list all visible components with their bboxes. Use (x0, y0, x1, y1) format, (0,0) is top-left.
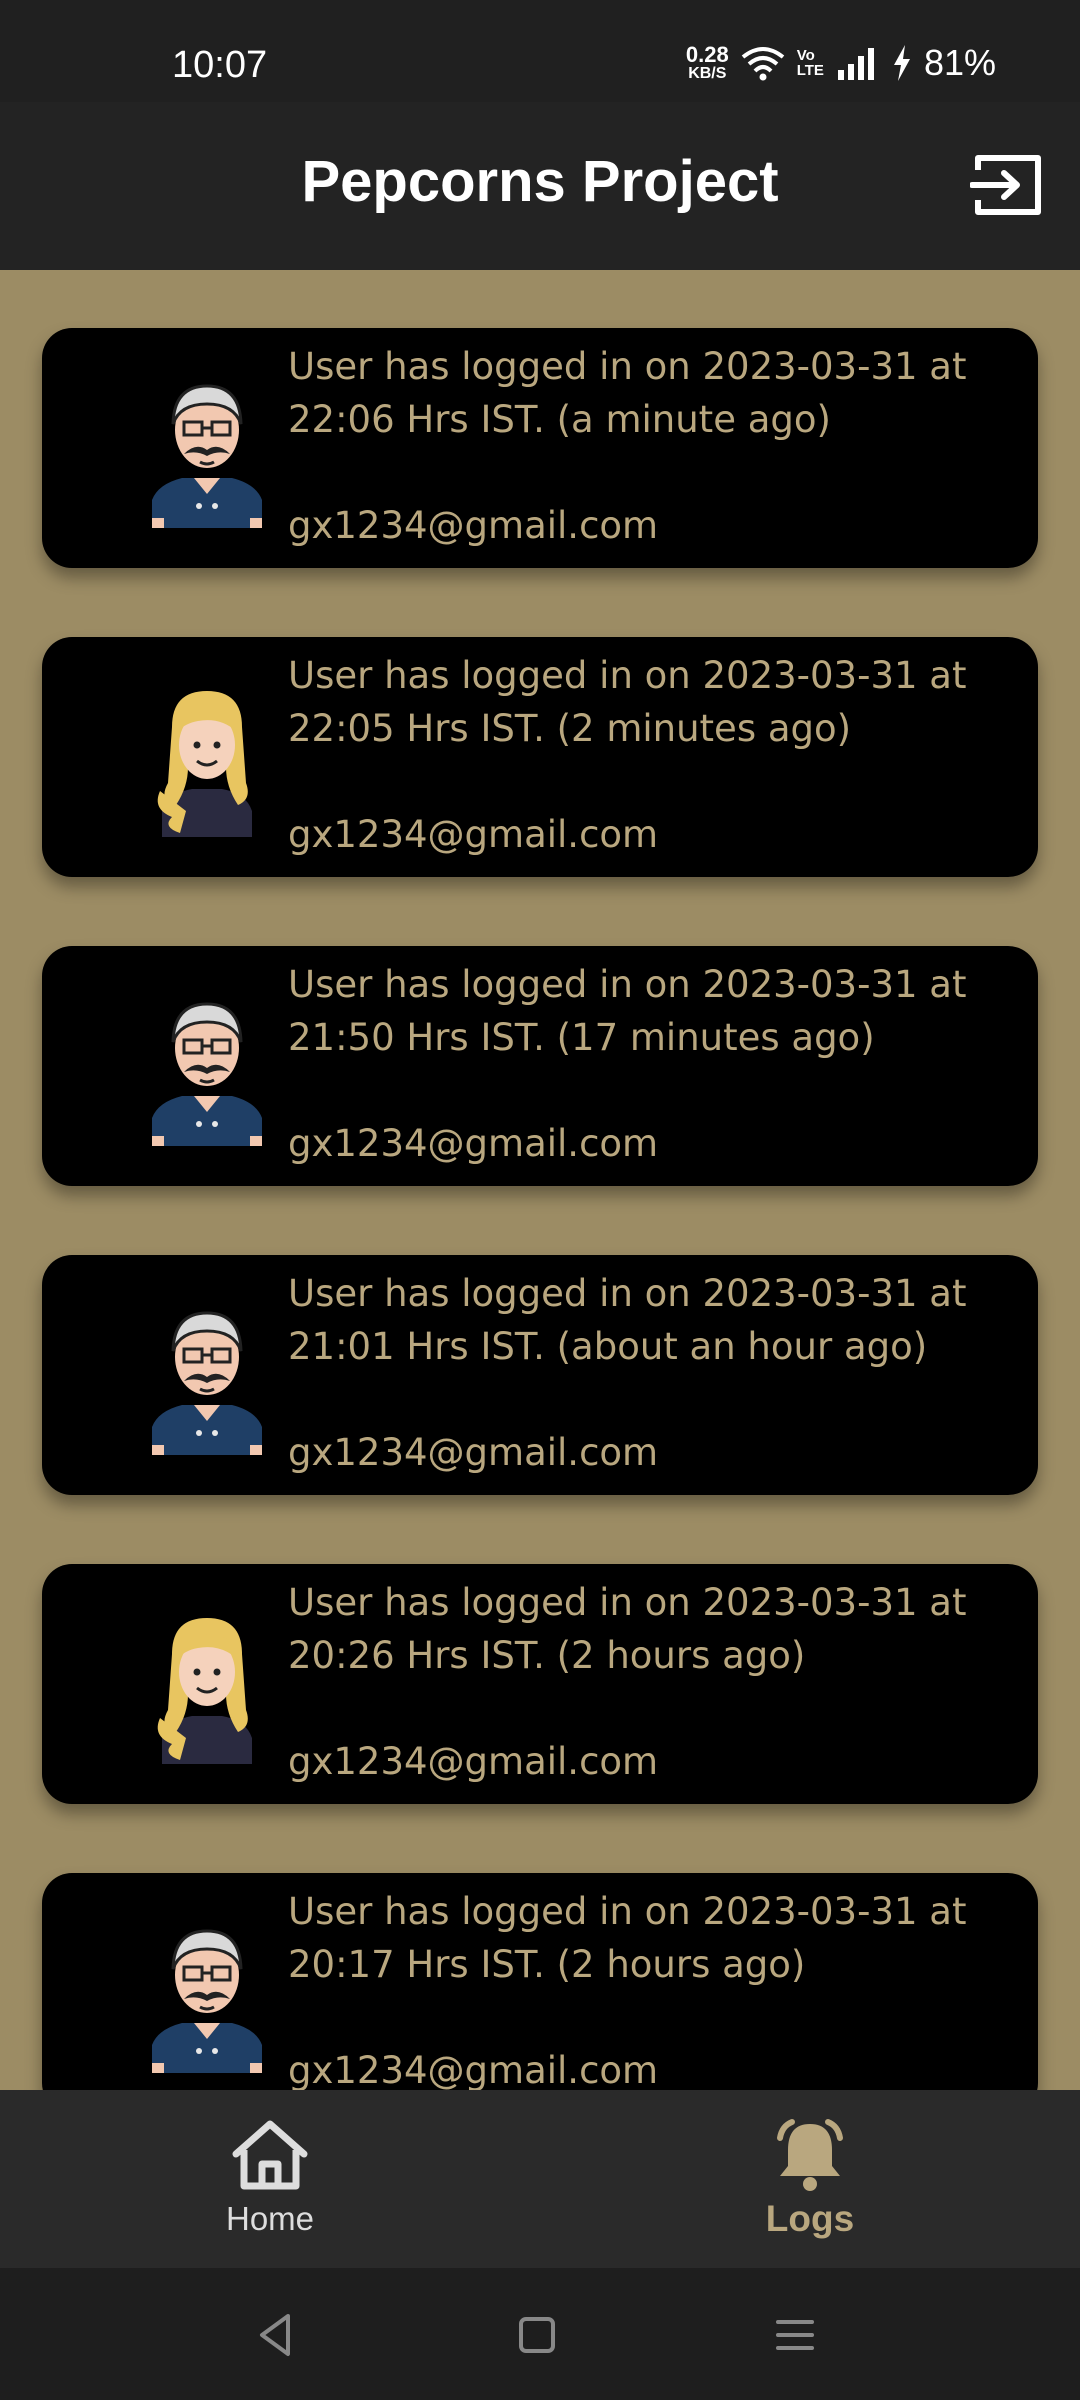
home-icon (232, 2120, 308, 2190)
page-title: Pepcorns Project (301, 149, 779, 214)
log-message: User has logged in on 2023-03-31 at 21:5… (288, 963, 967, 1059)
network-speed: 0.28 KB/S (686, 44, 729, 82)
volte-bottom: LTE (796, 62, 824, 79)
log-card[interactable]: User has logged in on 2023-03-31 at 21:0… (42, 1255, 1038, 1495)
log-message: User has logged in on 2023-03-31 at 20:1… (288, 1890, 967, 1986)
old-man-avatar-icon (152, 384, 262, 528)
old-man-avatar-icon (152, 1929, 262, 2073)
wifi-icon (741, 47, 784, 81)
home-square-icon[interactable] (512, 2310, 562, 2360)
battery-percentage: 81% (923, 42, 996, 83)
log-email: gx1234@gmail.com (288, 504, 659, 547)
old-man-avatar-icon (152, 1002, 262, 1146)
log-email: gx1234@gmail.com (288, 813, 659, 856)
status-time: 10:07 (172, 44, 268, 86)
system-navigation-bar (0, 2268, 1080, 2400)
log-email: gx1234@gmail.com (288, 1122, 659, 1165)
app-header: Pepcorns Project (0, 102, 1080, 270)
network-speed-unit: KB/S (688, 65, 727, 82)
nav-item-home[interactable]: Home (120, 2090, 420, 2268)
log-email: gx1234@gmail.com (288, 1740, 659, 1783)
nav-label-logs: Logs (765, 2198, 855, 2239)
blonde-woman-avatar-icon (157, 691, 252, 837)
log-message: User has logged in on 2023-03-31 at 22:0… (288, 654, 967, 750)
log-message: User has logged in on 2023-03-31 at 21:0… (288, 1272, 967, 1368)
volte-top: Vo (796, 47, 815, 64)
log-card[interactable]: User has logged in on 2023-03-31 at 22:0… (42, 637, 1038, 877)
signal-icon (837, 48, 874, 80)
notification-bell-icon (777, 2119, 843, 2191)
nav-item-logs[interactable]: Logs (660, 2090, 960, 2268)
log-email: gx1234@gmail.com (288, 1431, 659, 1474)
back-icon[interactable] (252, 2310, 302, 2360)
log-card[interactable]: User has logged in on 2023-03-31 at 20:1… (42, 1873, 1038, 2090)
volte-indicator: Vo LTE (797, 48, 824, 78)
recents-menu-icon[interactable] (770, 2310, 820, 2360)
log-message: User has logged in on 2023-03-31 at 20:2… (288, 1581, 967, 1677)
logout-icon[interactable] (970, 154, 1044, 216)
network-speed-value: 0.28 (685, 42, 729, 67)
logs-list[interactable]: User has logged in on 2023-03-31 at 22:0… (0, 270, 1080, 2090)
blonde-woman-avatar-icon (157, 1618, 252, 1764)
log-message: User has logged in on 2023-03-31 at 22:0… (288, 345, 967, 441)
bottom-navigation: Home Logs (0, 2090, 1080, 2268)
log-email: gx1234@gmail.com (288, 2049, 659, 2090)
charging-icon (893, 45, 910, 81)
log-card[interactable]: User has logged in on 2023-03-31 at 21:5… (42, 946, 1038, 1186)
status-bar: 10:07 0.28 KB/S Vo LTE 81% (0, 0, 1080, 102)
nav-label-home: Home (225, 2200, 315, 2237)
old-man-avatar-icon (152, 1311, 262, 1455)
status-icons: 0.28 KB/S Vo LTE 81% (686, 42, 996, 84)
log-card[interactable]: User has logged in on 2023-03-31 at 20:2… (42, 1564, 1038, 1804)
log-card[interactable]: User has logged in on 2023-03-31 at 22:0… (42, 328, 1038, 568)
